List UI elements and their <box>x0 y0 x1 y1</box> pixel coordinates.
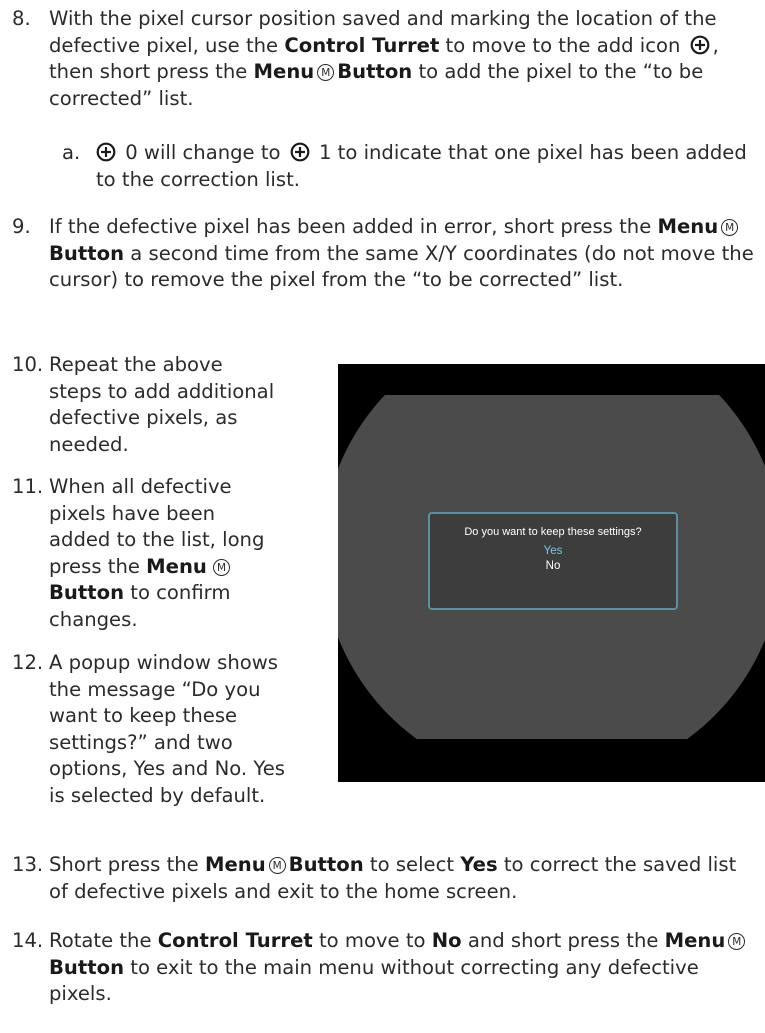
step-text: With the pixel cursor position saved and… <box>49 7 719 110</box>
step-13: 13. Short press the Menu M Button to selec… <box>12 852 759 905</box>
menu-label: Menu <box>664 929 726 952</box>
step-number: 12. <box>12 651 44 674</box>
menu-label: Menu <box>204 853 266 876</box>
step-10: 10. Repeat the above steps to add additi… <box>12 352 312 458</box>
button-label: Button <box>337 60 413 83</box>
menu-label: Menu <box>253 60 315 83</box>
step-text: When all defective pixels have been adde… <box>49 475 265 631</box>
no-label: No <box>431 929 462 952</box>
yes-label: Yes <box>460 853 498 876</box>
step-text: If the defective pixel has been added in… <box>49 215 754 291</box>
manual-page: 8. With the pixel cursor position saved … <box>0 0 765 1033</box>
step-14: 14. Rotate the Control Turret to move to… <box>12 928 759 1008</box>
button-label: Button <box>49 241 125 265</box>
step-8a: a. 0 will change to 1 to indicate that o… <box>62 140 759 193</box>
step-number: 13. <box>12 853 44 876</box>
button-label: Button <box>288 853 364 876</box>
add-circle-icon <box>96 142 116 162</box>
menu-m-icon: M <box>268 857 286 874</box>
step-number: 9. <box>12 215 31 238</box>
step-number: 14. <box>12 929 44 952</box>
menu-label: Menu <box>657 215 719 238</box>
step-number: 10. <box>12 353 44 376</box>
popup-option-no[interactable]: No <box>430 559 676 573</box>
menu-m-icon: M <box>721 219 739 236</box>
menu-label: Menu <box>146 554 207 578</box>
add-circle-icon <box>290 142 310 162</box>
add-circle-icon <box>690 35 710 54</box>
step-text: Short press the Menu M Button to select Ye… <box>49 853 737 903</box>
step-text: Repeat the above steps to add additional… <box>49 353 275 456</box>
substep-letter: a. <box>62 141 81 164</box>
button-label: Button <box>49 955 125 979</box>
control-turret-label: Control Turret <box>284 33 440 57</box>
step-9: 9. If the defective pixel has been added… <box>12 214 759 294</box>
control-turret-label: Control Turret <box>157 929 313 952</box>
step-text: A popup window shows the message “Do you… <box>49 651 285 807</box>
step-text: Rotate the Control Turret to move to No … <box>49 928 759 1008</box>
step-11: 11. When all defective pixels have been … <box>12 474 312 633</box>
device-screen-illustration: Do you want to keep these settings? Yes … <box>338 364 765 782</box>
step-number: 11. <box>12 475 44 498</box>
menu-m-icon: M <box>213 558 231 576</box>
menu-m-icon: M <box>728 933 746 950</box>
menu-m-icon: M <box>317 64 335 81</box>
confirm-popup: Do you want to keep these settings? Yes … <box>428 512 678 610</box>
popup-message: Do you want to keep these settings? <box>464 526 642 538</box>
substep-text: 0 will change to 1 to indicate that one … <box>96 141 747 191</box>
button-label: Button <box>49 581 125 604</box>
step-number: 8. <box>12 7 31 30</box>
popup-option-yes[interactable]: Yes <box>430 544 676 559</box>
step-8: 8. With the pixel cursor position saved … <box>12 6 759 112</box>
